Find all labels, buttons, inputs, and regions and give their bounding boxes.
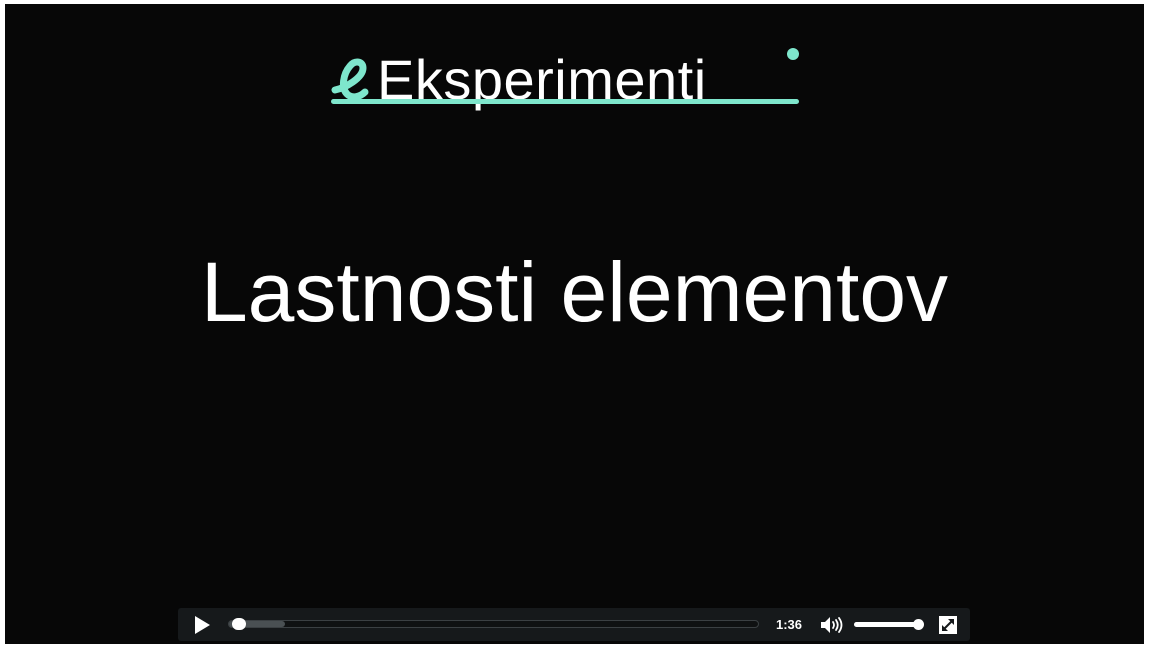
fullscreen-icon[interactable] bbox=[939, 616, 957, 634]
play-icon[interactable] bbox=[192, 615, 212, 635]
volume-thumb[interactable] bbox=[912, 619, 924, 630]
slide-title: Lastnosti elementov bbox=[200, 245, 949, 339]
logo-dot bbox=[787, 48, 799, 60]
logo-underline bbox=[331, 99, 799, 104]
player-controls: 1:36 bbox=[178, 608, 970, 641]
progress-bar[interactable] bbox=[228, 618, 759, 630]
time-display: 1:36 bbox=[776, 617, 803, 632]
video-player[interactable]: Eksperimenti Lastnosti elementov 1:36 bbox=[5, 4, 1144, 644]
progress-thumb[interactable] bbox=[232, 618, 247, 630]
volume-slider[interactable] bbox=[854, 619, 924, 630]
volume-level bbox=[854, 622, 919, 627]
eeksperimenti-logo: Eksperimenti bbox=[329, 46, 809, 126]
speaker-icon[interactable] bbox=[820, 615, 844, 635]
